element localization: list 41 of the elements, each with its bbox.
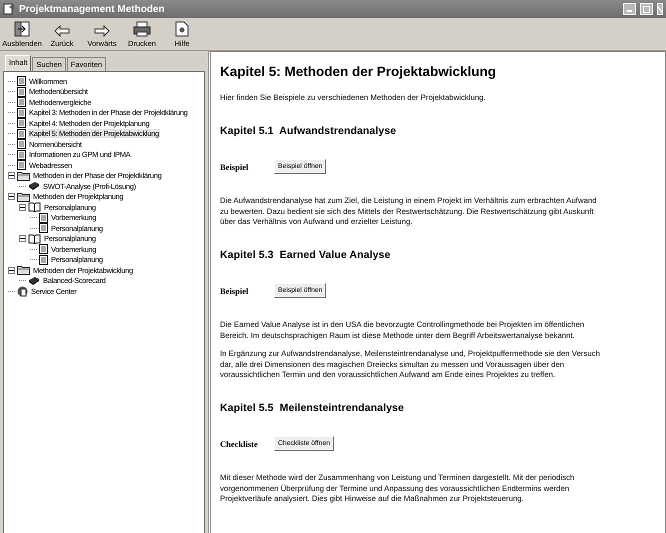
collapse-toggle[interactable]	[19, 204, 26, 211]
document-icon	[17, 108, 26, 118]
document-icon	[39, 223, 48, 234]
open-book-icon	[28, 234, 41, 244]
document-icon	[39, 254, 48, 265]
folder-icon	[17, 192, 30, 202]
document-icon	[17, 160, 26, 170]
forward-arrow-icon	[94, 25, 110, 37]
back-arrow-icon	[54, 25, 70, 37]
hide-pane-icon	[14, 21, 30, 37]
book-icon	[28, 181, 40, 192]
row-label: Checkliste	[220, 438, 256, 449]
collapse-toggle[interactable]	[8, 172, 15, 180]
window-title: Projektmanagement Methoden	[19, 4, 166, 14]
row-label: Beispiel	[220, 286, 250, 296]
collapse-toggle[interactable]	[19, 235, 26, 242]
collapse-toggle[interactable]	[8, 266, 15, 274]
printer-icon	[133, 21, 151, 37]
help-document-icon	[175, 21, 189, 37]
folder-icon	[17, 170, 30, 181]
section-heading: Kapitel 5.3 Earned Value Analyse	[220, 249, 392, 262]
page-title: Kapitel 5: Methoden der Projektabwicklung	[220, 64, 498, 79]
document-icon	[17, 150, 26, 160]
section-heading: Kapitel 5.5 Meilensteintrendanalyse	[220, 402, 405, 414]
row-label: Beispiel	[220, 162, 250, 172]
collapse-toggle[interactable]	[8, 193, 15, 200]
document-icon	[17, 118, 26, 128]
open-book-icon	[28, 202, 41, 212]
folder-icon	[17, 265, 30, 276]
document-icon	[17, 76, 26, 86]
app-icon	[3, 3, 15, 15]
book-icon	[28, 276, 40, 286]
document-icon	[39, 244, 48, 254]
service-globe-icon	[17, 286, 28, 297]
document-icon	[17, 97, 26, 108]
section-heading: Kapitel 5.1 Aufwandstrendanalyse	[220, 125, 398, 138]
document-icon	[17, 86, 26, 97]
document-icon	[17, 139, 26, 150]
maximize-icon	[643, 6, 650, 12]
document-icon	[17, 128, 26, 139]
document-icon	[39, 212, 48, 223]
